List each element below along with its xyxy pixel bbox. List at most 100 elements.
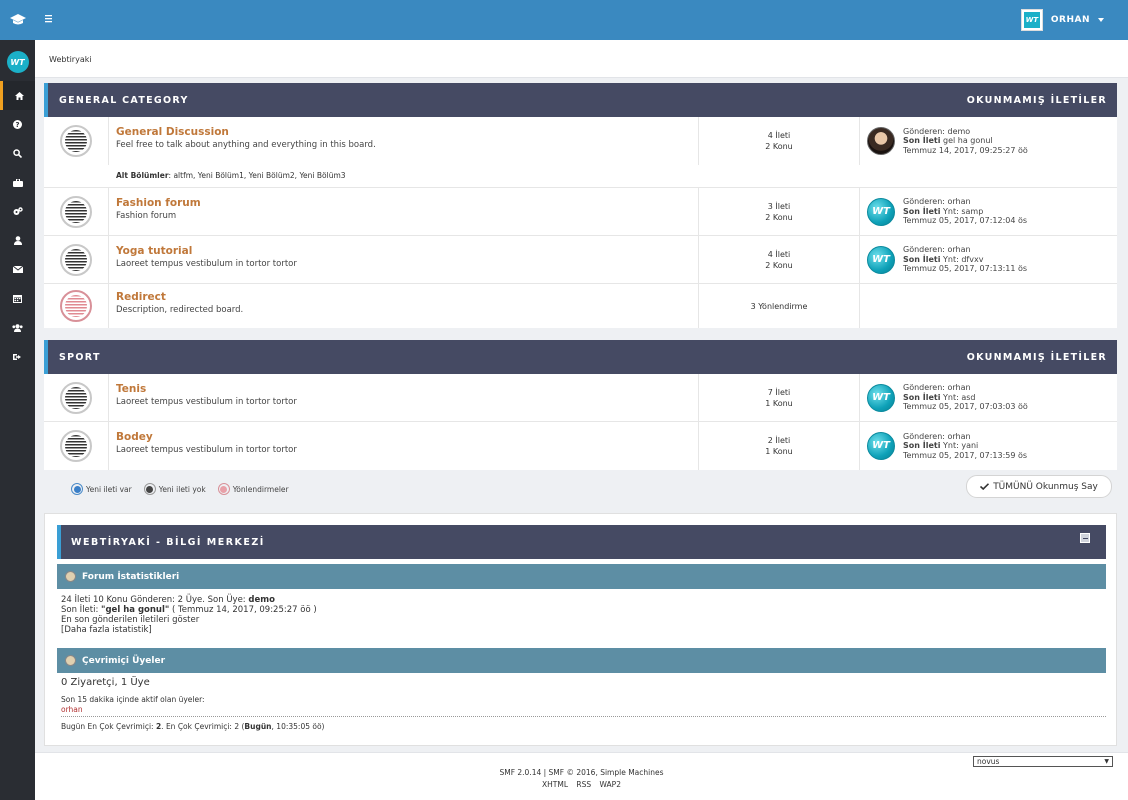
board-row: General Discussion Feel free to talk abo… (44, 117, 1117, 165)
envelope-icon (12, 266, 23, 273)
info-center-header: WEBTİRYAKİ - BİLGİ MERKEZİ (57, 525, 1106, 559)
last-post-date: Temmuz 05, 2017, 07:13:11 ös (903, 264, 1028, 274)
sidebar-item-calendar[interactable] (0, 284, 35, 313)
category-title: GENERAL CATEGORY (59, 94, 189, 106)
board-title-link[interactable]: Tenis (116, 383, 691, 395)
last-post-link[interactable]: Ynt: dfvxv (940, 255, 983, 264)
board-stats: 3 Yönlendirme (699, 284, 860, 328)
last-post-date: Temmuz 05, 2017, 07:13:59 ös (903, 450, 1028, 460)
sidebar-item-profile[interactable] (0, 226, 35, 255)
home-icon (14, 91, 24, 100)
online-users-title: Çevrimiçi Üyeler (82, 655, 166, 666)
sidebar-logo[interactable]: WT (6, 51, 29, 73)
mark-all-read-button[interactable]: TÜMÜNÜ Okunmuş Say (966, 475, 1112, 498)
sidebar-item-admin[interactable] (0, 168, 35, 197)
board-topics-count: 1 Konu (765, 447, 793, 456)
board-list-sport: Tenis Laoreet tempus vestibulum in torto… (44, 374, 1117, 470)
mark-all-read-label: TÜMÜNÜ Okunmuş Say (993, 481, 1098, 492)
user-avatar-text: WT (1023, 12, 1040, 28)
sidebar-item-members[interactable] (0, 313, 35, 342)
last-post-link[interactable]: Ynt: asd (940, 393, 976, 402)
forum-stats-body: 24 İleti 10 Konu Gönderen: 2 Üye. Son Üy… (61, 595, 317, 635)
latest-member-link[interactable]: demo (248, 595, 275, 605)
sidebar-item-messages[interactable] (0, 255, 35, 284)
collapse-icon[interactable] (1080, 533, 1090, 543)
hamburger-menu-icon[interactable] (45, 13, 57, 25)
last-post-author: Gönderen: orhan (903, 245, 971, 255)
board-posts-count: 4 İleti (767, 131, 791, 140)
forum-stats-header: Forum İstatistikleri (57, 564, 1106, 589)
last-post-link[interactable]: Ynt: yani (940, 441, 978, 450)
avatar[interactable]: WT (867, 245, 895, 274)
board-last-post: WT Gönderen: orhan Son İleti Ynt: samp T… (860, 188, 1117, 235)
rss-link[interactable]: RSS (576, 780, 591, 789)
footer-credit[interactable]: SMF 2.0.14 | SMF © 2016, Simple Machines (35, 767, 1128, 779)
legend-no-new-posts: Yeni ileti yok (143, 483, 206, 495)
online-users-icon (65, 655, 76, 666)
sidebar-item-moderate[interactable] (0, 197, 35, 226)
unread-posts-link[interactable]: OKUNMAMIŞ İLETİLER (967, 352, 1107, 363)
sidebar-item-home[interactable] (0, 81, 35, 110)
last-post-link[interactable]: Ynt: samp (940, 207, 983, 216)
breadcrumb-home[interactable]: Webtiryaki (49, 55, 92, 64)
last-post-author: Gönderen: demo (903, 126, 971, 136)
board-icon-cell (44, 236, 109, 283)
avatar[interactable] (867, 127, 895, 155)
board-info: Yoga tutorial Laoreet tempus vestibulum … (109, 236, 699, 283)
category-header-sport[interactable]: SPORT OKUNMAMIŞ İLETİLER (44, 340, 1117, 374)
last-post-link[interactable]: gel ha gonul (940, 136, 993, 145)
help-icon: ? (13, 120, 22, 129)
board-info: Bodey Laoreet tempus vestibulum in torto… (109, 422, 699, 470)
recent-posts-link[interactable]: En son gönderilen iletileri göster (61, 615, 199, 625)
latest-post-link[interactable]: "gel ha gonul" (101, 605, 169, 615)
xhtml-link[interactable]: XHTML (542, 780, 568, 789)
avatar[interactable]: WT (867, 383, 895, 412)
board-posts-count: 7 İleti (767, 387, 791, 397)
online-count: 0 Ziyaretçi, 1 Üye (61, 677, 150, 688)
theme-select[interactable]: novus (973, 756, 1113, 767)
breadcrumb-bar: Webtiryaki (35, 40, 1128, 78)
subboards-links[interactable]: : altfm, Yeni Bölüm1, Yeni Bölüm2, Yeni … (169, 171, 346, 180)
sidebar-brand[interactable] (0, 0, 35, 40)
board-description: Description, redirected board. (116, 305, 244, 315)
wap2-link[interactable]: WAP2 (600, 780, 621, 789)
search-icon (13, 149, 22, 158)
board-row: Tenis Laoreet tempus vestibulum in torto… (44, 374, 1117, 422)
board-title-link[interactable]: General Discussion (116, 126, 691, 138)
board-title-link[interactable]: Yoga tutorial (116, 245, 691, 257)
board-row: Fashion forum Fashion forum 3 İleti 2 Ko… (44, 188, 1117, 236)
info-center: WEBTİRYAKİ - BİLGİ MERKEZİ Forum İstatis… (44, 513, 1117, 746)
sidebar-item-logout[interactable] (0, 342, 35, 371)
avatar[interactable]: WT (867, 432, 895, 460)
category-title: SPORT (59, 351, 101, 363)
online-user-link[interactable]: orhan (61, 705, 83, 715)
category-header-general[interactable]: GENERAL CATEGORY OKUNMAMIŞ İLETİLER (44, 83, 1117, 117)
board-description: Fashion forum (116, 211, 177, 221)
info-center-title: WEBTİRYAKİ - BİLGİ MERKEZİ (71, 537, 265, 548)
board-icon-cell (44, 117, 109, 165)
graduation-cap-icon (9, 14, 26, 25)
sidebar-item-search[interactable] (0, 139, 35, 168)
sidebar-item-help[interactable]: ? (0, 110, 35, 139)
last-post-author: Gönderen: orhan (903, 431, 971, 441)
last-post-label: Son İleti (903, 136, 941, 146)
more-stats-link[interactable]: [Daha fazla istatistik] (61, 625, 152, 635)
user-menu[interactable]: WT ORHAN (1020, 8, 1104, 32)
board-topics-count: 2 Konu (765, 142, 793, 151)
subboards-row: Alt Bölümler: altfm, Yeni Bölüm1, Yeni B… (44, 165, 1117, 188)
new-posts-icon (71, 483, 83, 495)
board-title-link[interactable]: Fashion forum (116, 197, 691, 209)
board-title-link[interactable]: Redirect (116, 291, 691, 303)
online-record: Bugün En Çok Çevrimiçi: 2. En Çok Çevrim… (61, 722, 324, 732)
board-list-general: General Discussion Feel free to talk abo… (44, 117, 1117, 328)
online-users-header: Çevrimiçi Üyeler (57, 648, 1106, 673)
board-icon-cell (44, 188, 109, 235)
record-day: Bugün (244, 722, 272, 731)
svg-text:?: ? (15, 121, 19, 129)
latest-post-label: Son İleti: (61, 605, 102, 615)
unread-posts-link[interactable]: OKUNMAMIŞ İLETİLER (967, 95, 1107, 106)
board-title-link[interactable]: Bodey (116, 431, 691, 443)
online-desc: Son 15 dakika içinde aktif olan üyeler: (61, 695, 205, 704)
avatar[interactable]: WT (867, 197, 895, 226)
users-icon (12, 323, 23, 332)
